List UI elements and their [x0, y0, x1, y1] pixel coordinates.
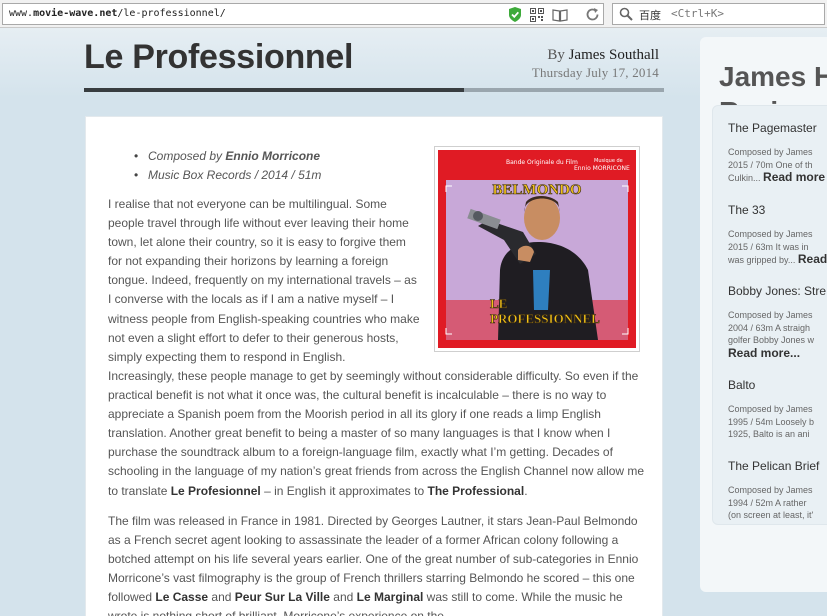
article-paragraph-1-continued: Increasingly, these people manage to get…: [108, 369, 645, 498]
address-bar[interactable]: www.movie-wave.net/le-professionnel/: [2, 3, 604, 25]
reader-mode-icon[interactable]: [552, 8, 568, 22]
title-divider: [84, 88, 464, 92]
review-title[interactable]: Bobby Jones: Stre: [728, 284, 827, 298]
search-icon[interactable]: [619, 7, 633, 21]
cover-top-left-text: Bande Originale du Film: [506, 159, 578, 166]
review-excerpt: Composed by James 2015 / 70m One of th C…: [728, 147, 826, 184]
bold-film-peur-sur-la-ville: Peur Sur La Ville: [234, 590, 330, 605]
search-shortcut-hint: <Ctrl+K>: [671, 7, 724, 20]
post-title: Le Professionnel: [84, 38, 354, 76]
review-title[interactable]: The Pelican Brief: [728, 459, 827, 473]
read-more-link[interactable]: Read more: [763, 170, 825, 184]
review-excerpt: Composed by James 1995 / 54m Loosely b 1…: [728, 404, 815, 439]
refresh-icon[interactable]: [585, 7, 600, 22]
bold-film-le-marginal: Le Marginal: [356, 590, 424, 605]
url-text[interactable]: www.movie-wave.net/le-professionnel/: [9, 8, 226, 19]
bold-english-title: The Professional: [427, 483, 525, 498]
search-engine-label: 百度: [639, 9, 661, 22]
review-item[interactable]: The Pelican Brief Composed by James 1994…: [728, 459, 827, 522]
composer-item: Composed by Ennio Morricone: [134, 147, 321, 166]
browser-toolbar: www.movie-wave.net/le-professionnel/ 百度 …: [0, 0, 827, 28]
post-date: Thursday July 17, 2014: [531, 65, 659, 80]
album-cover[interactable]: Bande Originale du Film Musique de Ennio…: [434, 146, 640, 352]
byline: By James Southall: [547, 47, 659, 64]
review-item[interactable]: The Pagemaster Composed by James 2015 / …: [728, 121, 827, 185]
review-item[interactable]: Bobby Jones: Stre Composed by James 2004…: [728, 284, 827, 359]
search-box[interactable]: 百度 <Ctrl+K>: [612, 3, 825, 25]
review-item[interactable]: Balto Composed by James 1995 / 54m Loose…: [728, 378, 827, 441]
bold-film-title: Le Profesionnel: [170, 483, 261, 498]
security-shield-icon[interactable]: [508, 7, 522, 22]
read-more-link[interactable]: Read more: [798, 252, 827, 266]
read-more-link[interactable]: Read more...: [728, 346, 827, 360]
page-content: Le Professionnel By James Southall Thurs…: [0, 28, 827, 616]
article-paragraph-1: I realise that not everyone can be multi…: [108, 197, 420, 364]
bold-film-le-casse: Le Casse: [155, 590, 209, 605]
review-excerpt: Composed by James 2015 / 63m It was in w…: [728, 228, 827, 267]
cover-top-right-text-2: Ennio MORRICONE: [574, 165, 630, 172]
review-title[interactable]: Balto: [728, 378, 827, 392]
qr-code-icon[interactable]: [530, 8, 544, 22]
sidebar: James H Review The Pagemaster Composed b…: [700, 37, 827, 592]
article-paragraph-2: The film was released in France in 1981.…: [108, 514, 639, 616]
title-divider-light: [464, 88, 664, 92]
review-item[interactable]: The 33 Composed by James 2015 / 63m It w…: [728, 203, 827, 267]
album-meta-list: Composed by Ennio Morricone Music Box Re…: [134, 147, 321, 185]
release-info-item: Music Box Records / 2014 / 51m: [134, 166, 321, 185]
review-excerpt: Composed by James 1994 / 52m A rather (o…: [728, 485, 814, 520]
review-title[interactable]: The Pagemaster: [728, 121, 827, 135]
composer-name: Ennio Morricone: [225, 149, 321, 163]
by-label: By: [547, 47, 565, 63]
cover-film-title-2: PROFESSIONNEL: [490, 311, 600, 326]
cover-actor-name: BELMONDO: [492, 182, 581, 198]
album-cover-art: Bande Originale du Film Musique de Ennio…: [438, 150, 636, 348]
article-body: Composed by Ennio Morricone Music Box Re…: [85, 116, 663, 616]
cover-top-right-text-1: Musique de: [594, 158, 623, 164]
review-title[interactable]: The 33: [728, 203, 827, 217]
cover-film-title-1: LE: [490, 296, 507, 311]
review-excerpt: Composed by James 2004 / 63m A straigh g…: [728, 309, 827, 359]
author-link[interactable]: James Southall: [569, 47, 659, 63]
